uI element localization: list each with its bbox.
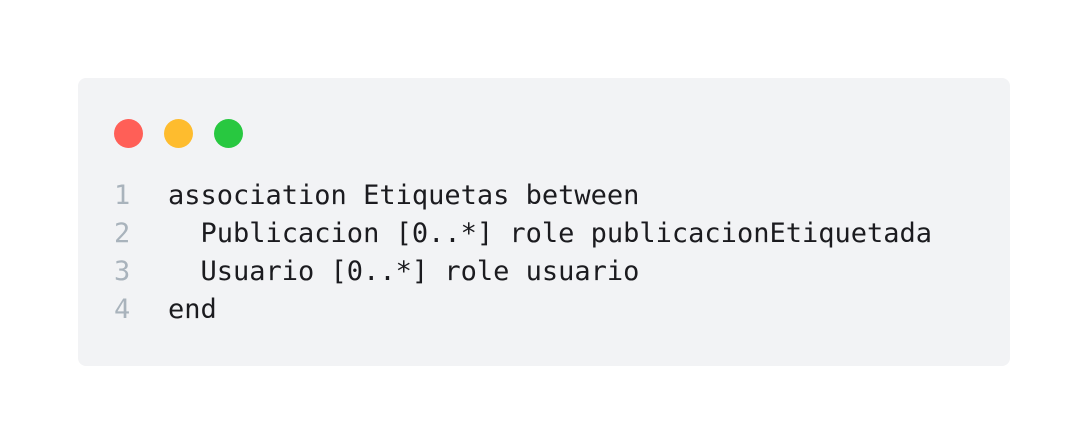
minimize-button[interactable] — [164, 119, 193, 148]
code-line: 4 end — [114, 291, 932, 329]
line-number: 4 — [114, 294, 131, 325]
line-number: 1 — [114, 180, 131, 211]
code-block: 1 association Etiquetas between 2 Public… — [114, 177, 932, 329]
zoom-button[interactable] — [214, 119, 243, 148]
code-text: Usuario [0..*] role usuario — [168, 256, 640, 287]
code-text: association Etiquetas between — [168, 180, 640, 211]
code-text: Publicacion [0..*] role publicacionEtiqu… — [168, 218, 933, 249]
line-number: 3 — [114, 256, 131, 287]
code-window: 1 association Etiquetas between 2 Public… — [78, 78, 1010, 366]
code-line: 1 association Etiquetas between — [114, 177, 932, 215]
code-line: 3 Usuario [0..*] role usuario — [114, 253, 932, 291]
close-button[interactable] — [114, 119, 143, 148]
code-line: 2 Publicacion [0..*] role publicacionEti… — [114, 215, 932, 253]
code-text: end — [168, 294, 217, 325]
line-number: 2 — [114, 218, 131, 249]
